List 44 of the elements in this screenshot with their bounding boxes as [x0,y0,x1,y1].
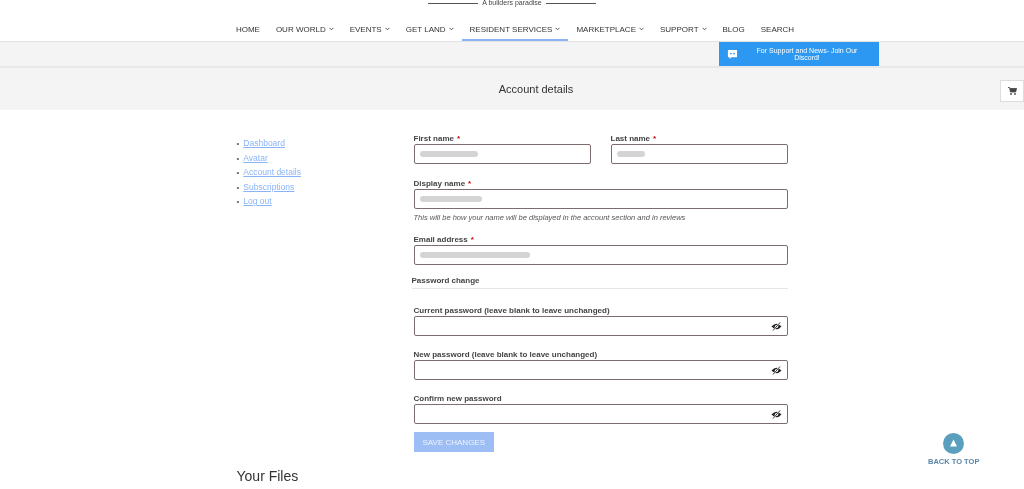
chat-bubble-icon [727,48,738,60]
password-field[interactable] [413,404,788,424]
cart-button[interactable] [1000,80,1024,102]
section-title: Password change [411,276,788,289]
page-title: Account details [497,83,574,95]
eye-slash-icon[interactable] [770,321,782,331]
required-mark: * [468,179,472,189]
nav-link[interactable]: MARKETPLACE [568,19,652,41]
bullet: • [236,153,240,163]
field-label: First name [413,134,454,144]
cart-icon [1007,87,1017,95]
nav-link[interactable]: HOME [227,19,268,41]
blurred-text [616,151,645,157]
required-mark: * [653,134,657,144]
required-mark: * [470,235,474,245]
nav-link[interactable]: OUR WORLD [267,19,342,41]
blurred-text [419,151,478,157]
section-heading: Your Files [236,468,300,484]
field-label: Confirm new password [413,394,503,404]
password-field[interactable] [413,316,788,336]
input-field[interactable] [610,144,788,164]
bullet: • [236,168,240,177]
field-label: New password (leave blank to leave unchanged) [413,350,599,360]
nav-link[interactable]: SUPPORT [652,19,715,41]
field-label: Email address [413,235,468,245]
nav-link[interactable]: SEARCH [752,19,803,41]
input-field[interactable] [413,144,591,164]
input-field[interactable] [413,245,788,265]
required-mark: * [456,134,461,144]
up-arrow-circle-icon [943,433,965,454]
bullet: • [236,197,240,206]
eye-slash-icon[interactable] [770,409,782,419]
nav-link[interactable]: BLOG [714,19,753,41]
bullet: • [236,139,240,148]
input-field[interactable] [413,189,788,209]
blurred-text [419,196,482,202]
field-label: Display name [413,179,466,189]
password-field[interactable] [413,360,788,380]
nav-link[interactable]: EVENTS [341,19,398,41]
nav-link[interactable]: GET LAND [397,19,462,41]
field-label: Current password (leave blank to leave unchanged) [413,306,611,316]
eye-slash-icon[interactable] [770,365,782,375]
bullet: • [236,182,240,192]
field-label: Last name [610,134,651,144]
